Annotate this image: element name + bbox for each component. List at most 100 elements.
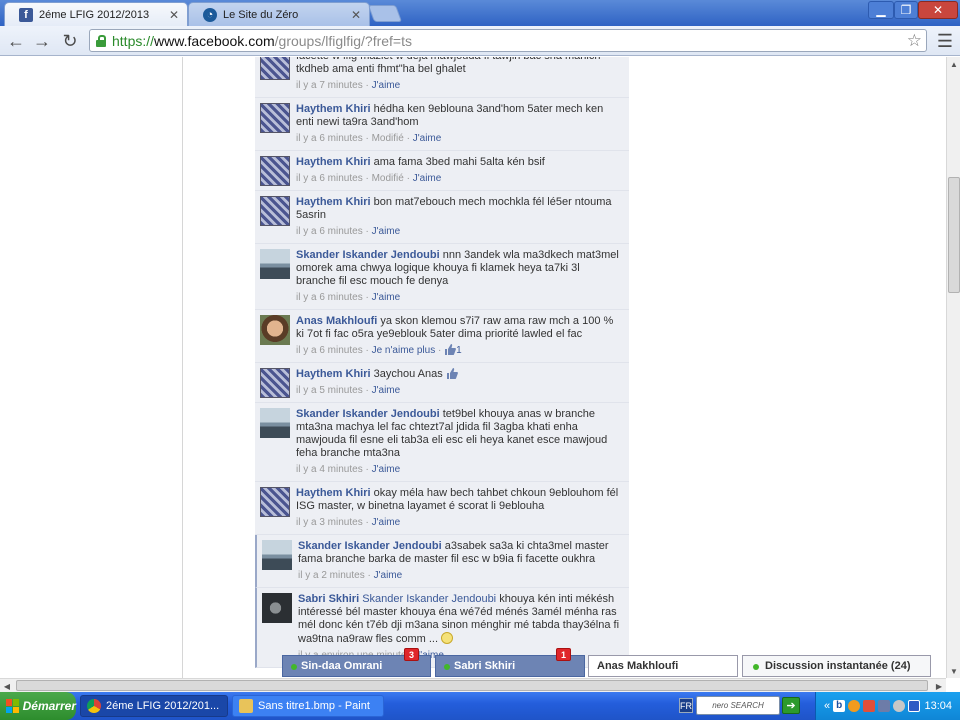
language-indicator[interactable]: FR (679, 698, 693, 713)
system-tray: « b 13:04 (815, 692, 960, 720)
comment-author-link[interactable]: Skander Iskander Jendoubi (298, 540, 442, 552)
chat-tab-sabri-skhiri[interactable]: Sabri Skhiri 1 (435, 648, 585, 677)
comment-timestamp[interactable]: il y a 4 minutes (296, 464, 363, 475)
like-count[interactable]: 1 (456, 345, 462, 356)
scroll-down-icon[interactable]: ▼ (947, 664, 960, 678)
edited-label[interactable]: Modifié (372, 173, 404, 184)
comment-meta: il y a 3 minutes · J'aime (296, 517, 401, 528)
avatar[interactable] (260, 249, 290, 279)
comment-text: 3aychou Anas (373, 368, 443, 380)
comment-author-link[interactable]: Sabri Skhiri (298, 593, 359, 605)
tray-network-icon[interactable] (878, 700, 891, 712)
bookmark-star-icon[interactable]: ☆ (907, 31, 922, 51)
scroll-right-icon[interactable]: ▶ (932, 679, 946, 693)
back-icon[interactable]: ← (5, 30, 27, 52)
like-link[interactable]: J'aime (413, 173, 442, 184)
like-link[interactable]: J'aime (372, 385, 401, 396)
menu-icon[interactable]: ☰ (934, 30, 956, 52)
comment-timestamp[interactable]: il y a 6 minutes (296, 345, 363, 356)
comment-row: Skander Iskander Jendoubi nnn 3andek wla… (255, 244, 629, 310)
browser-tab-strip: f 2éme LFIG 2012/2013 ✕ ◔ Le Site du Zér… (0, 0, 960, 26)
like-link[interactable]: J'aime (413, 133, 442, 144)
new-tab-button[interactable] (367, 5, 403, 22)
comment-timestamp[interactable]: il y a 6 minutes (296, 173, 363, 184)
comment-author-link[interactable]: Haythem Khiri (296, 487, 371, 499)
chat-tab-sin-daa-omrani[interactable]: Sin-daa Omrani 3 (282, 648, 431, 677)
horizontal-scrollbar-thumb[interactable] (16, 680, 928, 691)
avatar[interactable] (260, 57, 290, 80)
like-link[interactable]: J'aime (372, 464, 401, 475)
vertical-scrollbar[interactable]: ▲ ▼ (946, 57, 960, 678)
windows-taskbar: Démarrer 2éme LFIG 2012/201... Sans titr… (0, 692, 960, 720)
avatar[interactable] (260, 103, 290, 133)
minimize-icon[interactable]: ▁ (868, 1, 894, 19)
comment-timestamp[interactable]: il y a 6 minutes (296, 133, 363, 144)
comment-row: Haythem Khiri hédha ken 9eblouna 3and'ho… (255, 98, 629, 151)
comment-timestamp[interactable]: il y a 7 minutes (296, 80, 363, 91)
reload-icon[interactable]: ↻ (59, 30, 81, 52)
scrollbar-thumb[interactable] (948, 177, 960, 293)
avatar[interactable] (260, 156, 290, 186)
chat-tab-anas-makhloufi[interactable]: Anas Makhloufi (588, 655, 738, 677)
edited-label[interactable]: Modifié (372, 133, 404, 144)
comment-author-link[interactable]: Skander Iskander Jendoubi (296, 249, 440, 261)
comment-author-link[interactable]: Haythem Khiri (296, 103, 371, 115)
tray-speaker-icon[interactable] (893, 700, 906, 712)
comment-timestamp[interactable]: il y a 6 minutes (296, 226, 363, 237)
comment-author-link[interactable]: Haythem Khiri (296, 368, 371, 380)
restore-icon[interactable]: ❐ (894, 1, 918, 19)
address-bar[interactable]: https://www.facebook.com/groups/lfiglfig… (89, 29, 927, 52)
avatar[interactable] (262, 593, 292, 623)
like-link[interactable]: J'aime (372, 292, 401, 303)
tab-close-icon[interactable]: ✕ (349, 8, 363, 22)
tab-title: Le Site du Zéro (223, 8, 299, 21)
avatar[interactable] (260, 408, 290, 438)
close-window-icon[interactable]: ✕ (918, 1, 958, 19)
comment-row: Skander Iskander Jendoubi a3sabek sa3a k… (255, 535, 629, 588)
like-count-icon[interactable] (444, 344, 456, 356)
tab-close-icon[interactable]: ✕ (167, 8, 181, 22)
like-link[interactable]: J'aime (372, 226, 401, 237)
comment-timestamp[interactable]: il y a 3 minutes (296, 517, 363, 528)
forward-icon[interactable]: → (31, 30, 53, 52)
nero-search-box[interactable]: nero SEARCH (696, 696, 780, 715)
like-link[interactable]: J'aime (372, 80, 401, 91)
tray-chart-icon[interactable] (908, 700, 921, 712)
lock-icon (96, 34, 106, 47)
online-dot-icon (291, 664, 297, 670)
tab-site-du-zero[interactable]: ◔ Le Site du Zéro ✕ (188, 2, 370, 26)
taskbar-item-chrome[interactable]: 2éme LFIG 2012/201... (80, 695, 228, 717)
like-link[interactable]: Je n'aime plus (372, 345, 436, 356)
tab-lfig[interactable]: f 2éme LFIG 2012/2013 ✕ (4, 2, 188, 26)
chat-tab-name: Sin-daa Omrani (301, 660, 383, 672)
go-arrow-icon[interactable]: ➔ (782, 697, 800, 714)
comment-timestamp[interactable]: il y a 2 minutes (298, 570, 365, 581)
comment-author-link[interactable]: Haythem Khiri (296, 156, 371, 168)
like-link[interactable]: J'aime (374, 570, 403, 581)
comment-author-link[interactable]: Haythem Khiri (296, 196, 371, 208)
like-link[interactable]: J'aime (372, 517, 401, 528)
comment-author-link[interactable]: Skander Iskander Jendoubi (296, 408, 440, 420)
comment-timestamp[interactable]: il y a 5 minutes (296, 385, 363, 396)
scroll-left-icon[interactable]: ◀ (0, 679, 14, 693)
comment-author-link[interactable]: Anas Makhloufi (296, 315, 377, 327)
avatar[interactable] (260, 368, 290, 398)
tray-expand-icon[interactable]: « (824, 700, 830, 712)
windows-logo-icon (6, 699, 19, 713)
scroll-up-icon[interactable]: ▲ (947, 57, 960, 71)
horizontal-scrollbar[interactable]: ◀ ▶ (0, 678, 946, 692)
tray-red-icon[interactable] (863, 700, 876, 712)
facebook-favicon-icon: f (19, 7, 33, 22)
start-button[interactable]: Démarrer (0, 692, 76, 720)
avatar[interactable] (262, 540, 292, 570)
unread-badge: 1 (556, 648, 571, 661)
avatar[interactable] (260, 487, 290, 517)
taskbar-item-paint[interactable]: Sans titre1.bmp - Paint (232, 695, 384, 717)
comment-timestamp[interactable]: il y a 6 minutes (296, 292, 363, 303)
instant-chat-button[interactable]: Discussion instantanée (24) (742, 655, 931, 677)
tray-orange-icon[interactable] (848, 700, 861, 712)
avatar[interactable] (260, 315, 290, 345)
mention-link[interactable]: Skander Iskander Jendoubi (362, 593, 496, 605)
tray-b-icon[interactable]: b (833, 700, 846, 712)
avatar[interactable] (260, 196, 290, 226)
